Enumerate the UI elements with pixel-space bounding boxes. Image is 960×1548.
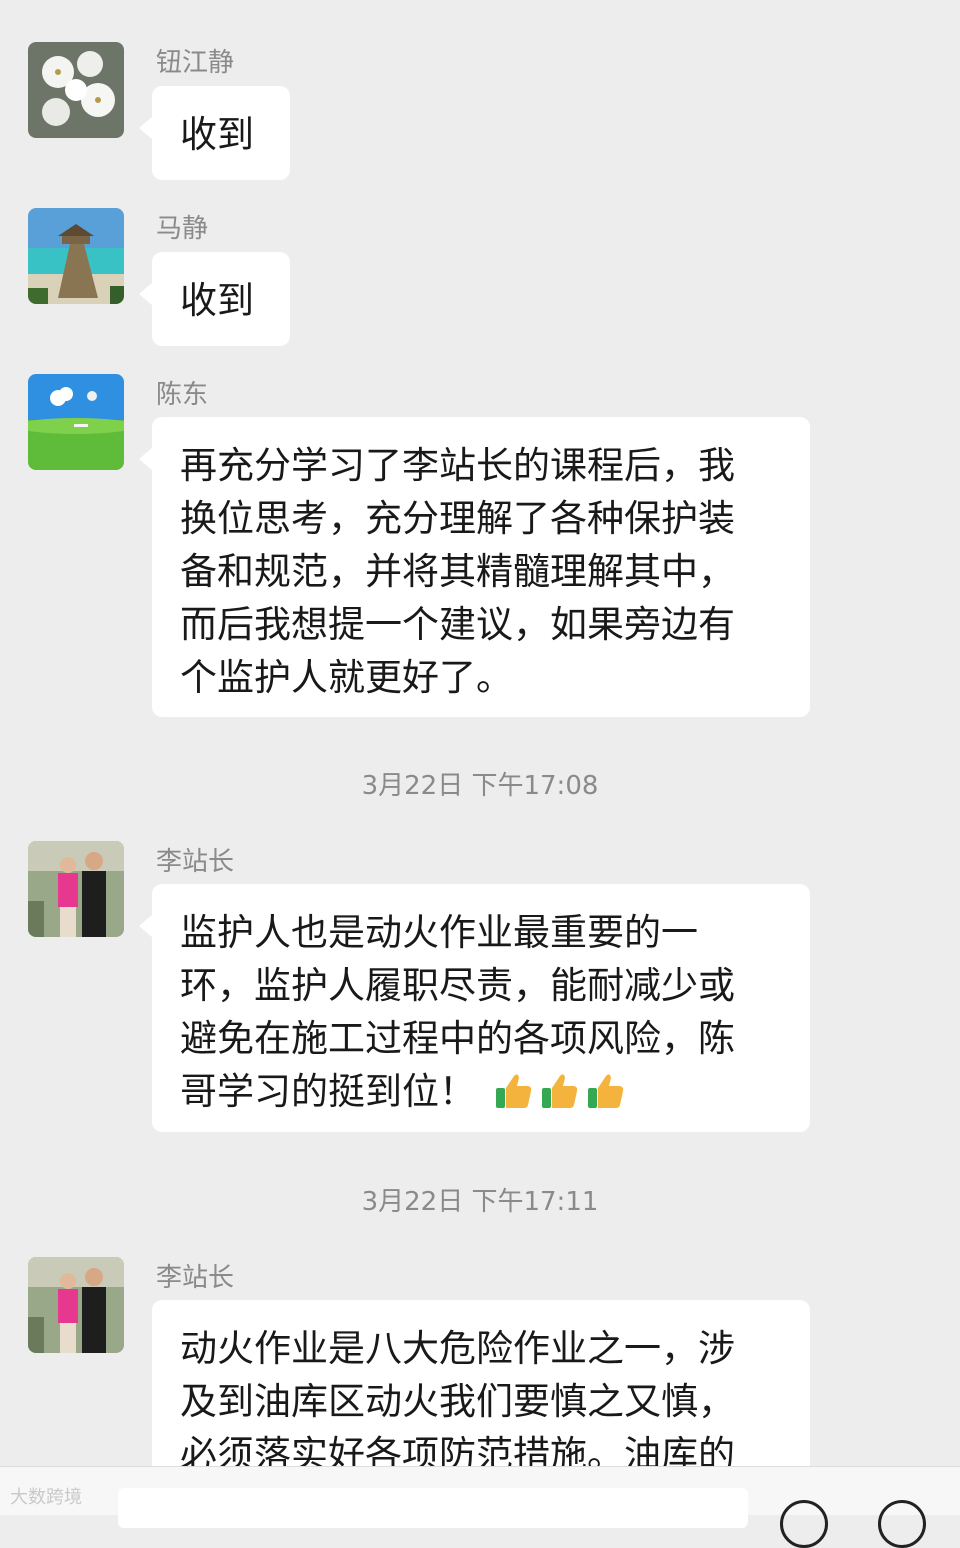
message-text-line: 避免在施工过程中的各项风险，陈 xyxy=(180,1017,735,1060)
message-text-line: 换位思考，充分理解了各种保护装 xyxy=(180,497,735,540)
thumbs-up-icon xyxy=(540,1070,580,1110)
message-text-line: 备和规范，并将其精髓理解其中， xyxy=(180,550,735,593)
sender-name: 马静 xyxy=(156,214,209,244)
message-text: 收到 xyxy=(180,113,254,156)
more-button[interactable] xyxy=(878,1500,926,1548)
sender-name: 李站长 xyxy=(156,1263,235,1293)
message-text-line: 个监护人就更好了。 xyxy=(180,656,513,699)
message-text: 收到 xyxy=(180,279,254,322)
emoji-button[interactable] xyxy=(780,1500,828,1548)
avatar-couple-photo[interactable] xyxy=(28,841,124,937)
message-text-line: 动火作业是八大危险作业之一，涉 xyxy=(180,1327,735,1370)
message-text-line: 环，监护人履职尽责，能耐减少或 xyxy=(180,964,735,1007)
avatar-couple-photo[interactable] xyxy=(28,1257,124,1353)
avatar-meadow[interactable] xyxy=(28,374,124,470)
message-text-line: 监护人也是动火作业最重要的一 xyxy=(180,911,698,954)
message-text: 哥学习的挺到位！ xyxy=(180,1070,476,1113)
message-bubble[interactable]: 动火作业是八大危险作业之一，涉 及到油库区动火我们要慎之又慎， 必须落实好各项防… xyxy=(152,1300,810,1480)
message-bubble[interactable]: 收到 xyxy=(139,252,290,346)
sender-name: 李站长 xyxy=(156,847,235,877)
sender-name: 钮江静 xyxy=(156,48,235,78)
message-text-line: 再充分学习了李站长的课程后，我 xyxy=(180,444,735,487)
timestamp: 3月22日 下午17:11 xyxy=(361,1187,599,1217)
thumbs-up-icon xyxy=(586,1070,626,1110)
avatar-flowers[interactable] xyxy=(28,42,124,138)
sender-name: 陈东 xyxy=(156,380,209,410)
timestamp: 3月22日 下午17:08 xyxy=(361,771,599,801)
avatar-beach[interactable] xyxy=(28,208,124,304)
message-bubble[interactable]: 监护人也是动火作业最重要的一 环，监护人履职尽责，能耐减少或 避免在施工过程中的… xyxy=(139,884,810,1132)
message-text-line: 而后我想提一个建议，如果旁边有 xyxy=(180,603,735,646)
message-bubble[interactable]: 再充分学习了李站长的课程后，我 换位思考，充分理解了各种保护装 备和规范，并将其… xyxy=(139,417,810,717)
message-text-line: 及到油库区动火我们要慎之又慎， xyxy=(180,1380,735,1423)
watermark: 大数跨境 xyxy=(10,1487,82,1508)
message-input[interactable] xyxy=(118,1488,748,1528)
message-text-line: 哥学习的挺到位！ xyxy=(180,1065,782,1118)
message-bubble[interactable]: 收到 xyxy=(139,86,290,180)
thumbs-up-icon xyxy=(494,1070,534,1110)
